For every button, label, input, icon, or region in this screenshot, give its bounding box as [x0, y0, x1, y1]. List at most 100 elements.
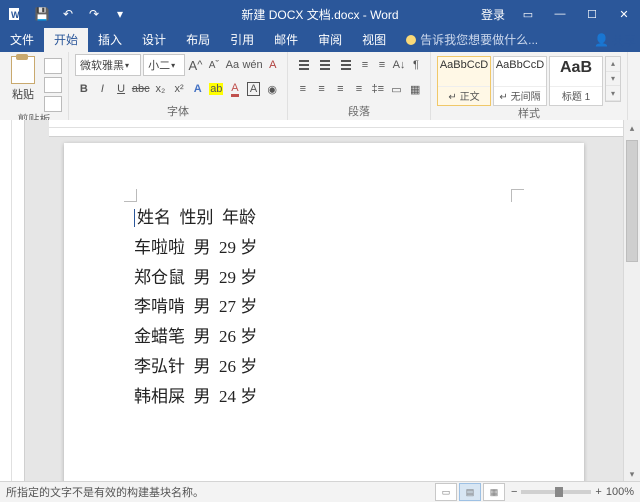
align-center-button[interactable]: ≡ [313, 78, 331, 100]
share-button[interactable]: 👤共享 [594, 30, 636, 50]
scroll-up-icon[interactable]: ▴ [624, 120, 640, 136]
align-left-button[interactable]: ≡ [294, 78, 312, 100]
read-mode-button[interactable]: ▭ [435, 483, 457, 501]
zoom-slider[interactable] [521, 490, 591, 494]
text-effects-button[interactable]: A [189, 78, 207, 100]
copy-icon[interactable] [44, 77, 62, 93]
style-nospacing[interactable]: AaBbCcD ↵ 无间隔 [493, 56, 547, 106]
login-button[interactable]: 登录 [481, 0, 505, 28]
table-row[interactable]: 郑仓鼠 男 29 岁 [134, 263, 514, 293]
justify-button[interactable]: ≡ [350, 78, 368, 100]
font-size-value: 小二 [148, 57, 170, 73]
phonetic-guide-button[interactable]: wén [243, 54, 263, 76]
numbering-button[interactable] [315, 54, 335, 76]
bullets-button[interactable] [294, 54, 314, 76]
maximize-icon[interactable]: ☐ [576, 0, 608, 28]
tab-layout[interactable]: 布局 [176, 27, 220, 52]
italic-button[interactable]: I [94, 78, 112, 100]
subscript-button[interactable]: x₂ [152, 78, 170, 100]
ribbon-options-icon[interactable]: ▭ [512, 0, 544, 28]
zoom-thumb[interactable] [555, 487, 563, 497]
window-controls: ▭ — ☐ ✕ [512, 0, 640, 28]
scroll-down-icon[interactable]: ▾ [624, 466, 640, 482]
tab-home[interactable]: 开始 [44, 27, 88, 52]
chevron-down-icon: ▾ [606, 72, 620, 87]
horizontal-ruler[interactable] [49, 120, 623, 137]
tell-me-box[interactable]: 告诉我您想要做什么... [396, 27, 548, 52]
bold-button[interactable]: B [75, 78, 93, 100]
zoom-in-button[interactable]: + [595, 486, 601, 498]
table-header[interactable]: 姓名 性别 年龄 [134, 203, 514, 233]
table-row[interactable]: 车啦啦 男 29 岁 [134, 233, 514, 263]
vertical-ruler[interactable] [0, 120, 25, 482]
grow-font-button[interactable]: A^ [187, 54, 203, 76]
group-label-paragraph: 段落 [294, 104, 424, 120]
share-label: 共享 [612, 32, 636, 49]
table-row[interactable]: 李弘针 男 26 岁 [134, 352, 514, 382]
save-icon[interactable]: 💾 [30, 2, 54, 26]
font-size-combo[interactable]: 小二▾ [143, 54, 185, 76]
strike-button[interactable]: abc [131, 78, 151, 100]
clear-format-button[interactable]: A [265, 54, 281, 76]
word-app-icon[interactable]: W [4, 2, 28, 26]
document-area[interactable]: 姓名 性别 年龄 车啦啦 男 29 岁 郑仓鼠 男 29 岁 李啃啃 男 27 … [25, 137, 623, 482]
decrease-indent-button[interactable]: ≡ [357, 54, 373, 76]
style-normal[interactable]: AaBbCcD ↵ 正文 [437, 56, 491, 106]
tab-file[interactable]: 文件 [0, 27, 44, 52]
increase-indent-button[interactable]: ≡ [374, 54, 390, 76]
svg-text:W: W [11, 10, 20, 20]
minimize-icon[interactable]: — [544, 0, 576, 28]
group-font: 微软雅黑▾ 小二▾ A^ Aˇ Aa wén A B I U abc x₂ x²… [69, 52, 288, 120]
tab-insert[interactable]: 插入 [88, 27, 132, 52]
cut-icon[interactable] [44, 58, 62, 74]
tab-mailings[interactable]: 邮件 [264, 27, 308, 52]
table-row[interactable]: 李啃啃 男 27 岁 [134, 292, 514, 322]
paste-button[interactable]: 粘贴 [6, 54, 40, 112]
group-paragraph: ≡ ≡ A↓ ¶ ≡ ≡ ≡ ≡ ‡≡ ▭ ▦ 段落 [288, 52, 431, 120]
tab-design[interactable]: 设计 [132, 27, 176, 52]
web-layout-button[interactable]: ▦ [483, 483, 505, 501]
sort-button[interactable]: A↓ [391, 54, 407, 76]
show-marks-button[interactable]: ¶ [408, 54, 424, 76]
line-spacing-button[interactable]: ‡≡ [369, 78, 387, 100]
close-icon[interactable]: ✕ [608, 0, 640, 28]
vertical-scrollbar[interactable]: ▴ ▾ [623, 120, 640, 482]
shrink-font-button[interactable]: Aˇ [206, 54, 222, 76]
page[interactable]: 姓名 性别 年龄 车啦啦 男 29 岁 郑仓鼠 男 29 岁 李啃啃 男 27 … [64, 143, 584, 482]
workspace: 姓名 性别 年龄 车啦啦 男 29 岁 郑仓鼠 男 29 岁 李啃啃 男 27 … [0, 120, 640, 482]
style-heading1[interactable]: AaB 标题 1 [549, 56, 603, 106]
scroll-thumb[interactable] [626, 140, 638, 262]
underline-button[interactable]: U [112, 78, 130, 100]
align-right-button[interactable]: ≡ [331, 78, 349, 100]
change-case-button[interactable]: Aa [224, 54, 240, 76]
redo-icon[interactable]: ↷ [82, 2, 106, 26]
shading-button[interactable]: ▭ [388, 78, 406, 100]
undo-icon[interactable]: ↶ [56, 2, 80, 26]
borders-button[interactable]: ▦ [406, 78, 424, 100]
font-name-combo[interactable]: 微软雅黑▾ [75, 54, 141, 76]
status-bar: 所指定的文字不是有效的构建基块名称。 ▭ ▤ ▦ − + 100% [0, 481, 640, 502]
char-shading-button[interactable]: ◉ [263, 78, 281, 100]
print-layout-button[interactable]: ▤ [459, 483, 481, 501]
tab-view[interactable]: 视图 [352, 27, 396, 52]
char-border-button[interactable]: A [245, 78, 263, 100]
zoom-level[interactable]: 100% [606, 486, 634, 498]
table-row[interactable]: 韩相屎 男 24 岁 [134, 382, 514, 412]
tab-references[interactable]: 引用 [220, 27, 264, 52]
document-content[interactable]: 姓名 性别 年龄 车啦啦 男 29 岁 郑仓鼠 男 29 岁 李啃啃 男 27 … [134, 203, 514, 411]
font-color-button[interactable]: A [226, 78, 244, 100]
tab-review[interactable]: 审阅 [308, 27, 352, 52]
highlight-button[interactable]: ab [208, 78, 226, 100]
format-painter-icon[interactable] [44, 96, 62, 112]
styles-gallery-more[interactable]: ▴ ▾ ▾ [605, 56, 621, 102]
zoom-out-button[interactable]: − [511, 486, 517, 498]
style-preview: AaBbCcD [440, 59, 488, 71]
group-label-editing [634, 104, 640, 120]
superscript-button[interactable]: x² [170, 78, 188, 100]
table-row[interactable]: 金蜡笔 男 26 岁 [134, 322, 514, 352]
font-name-value: 微软雅黑 [80, 57, 124, 73]
status-message: 所指定的文字不是有效的构建基块名称。 [0, 484, 435, 500]
qat-customize-icon[interactable]: ▾ [108, 2, 132, 26]
multilevel-button[interactable] [336, 54, 356, 76]
scroll-track[interactable] [624, 136, 640, 466]
